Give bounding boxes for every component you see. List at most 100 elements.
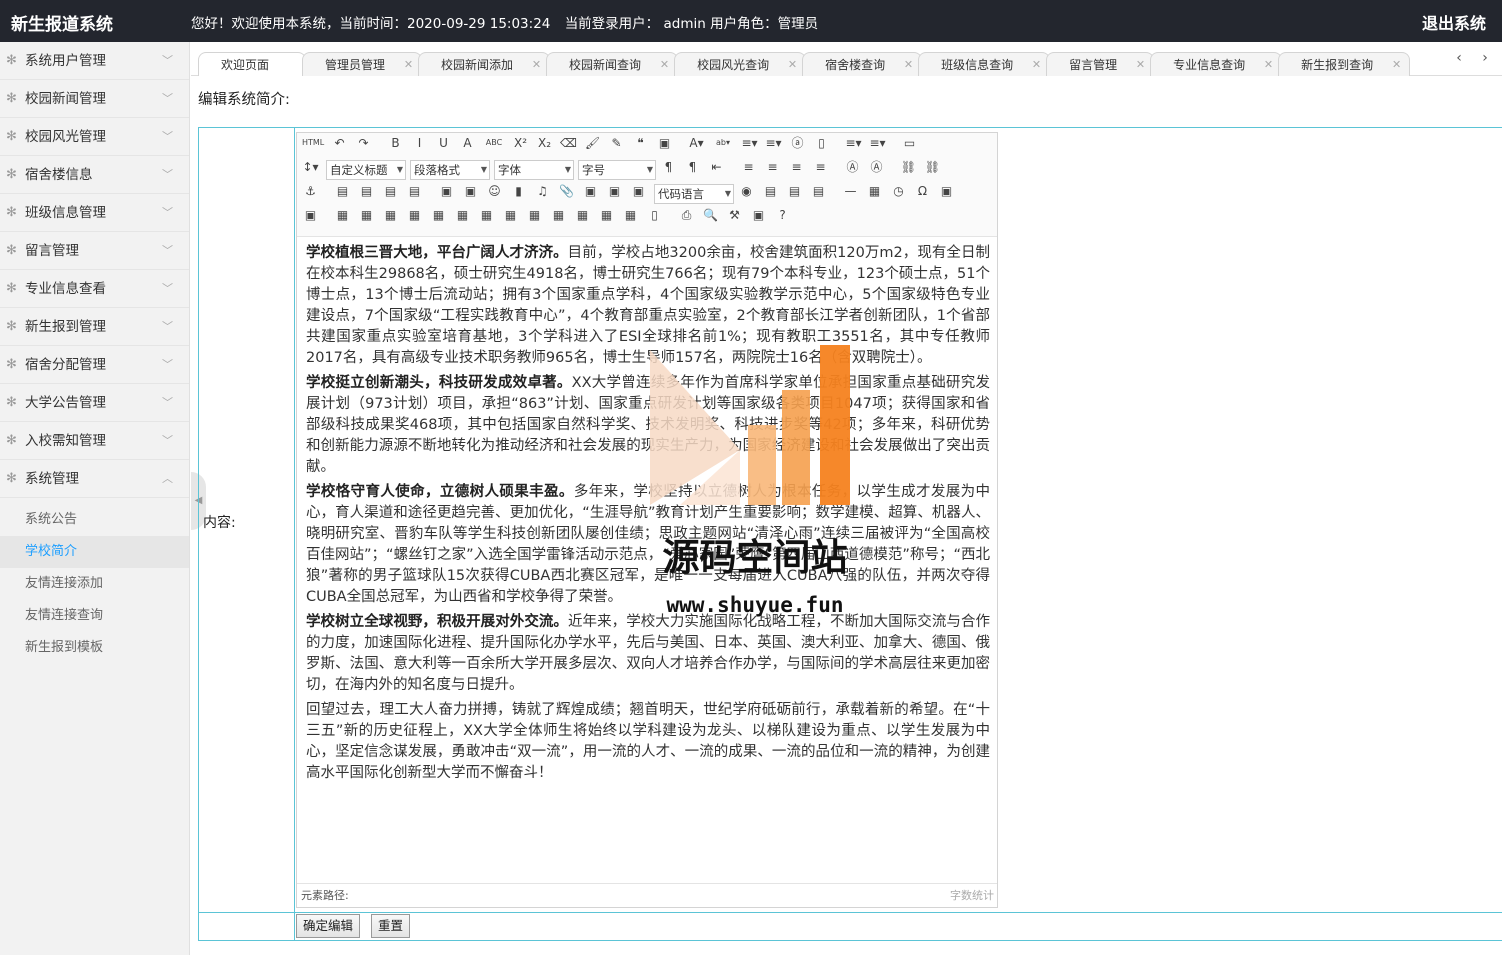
paragraph-direction-icon[interactable]: ¶ <box>660 159 677 175</box>
table-icon[interactable]: ▦ <box>382 207 399 223</box>
sidebar-item[interactable]: ✻ 系统管理 ︿ <box>0 460 189 498</box>
time-icon[interactable]: ◷ <box>890 183 907 199</box>
paragraph-format-select[interactable]: 段落格式 ▼ <box>410 160 490 180</box>
sidebar-item[interactable]: ✻ 校园新闻管理 ﹀ <box>0 80 189 118</box>
border-icon[interactable]: A <box>459 135 476 151</box>
submenu-item[interactable]: 新生报到模板 <box>0 632 189 664</box>
tab-item[interactable]: 欢迎页面 <box>198 52 307 76</box>
table-icon[interactable]: ▦ <box>406 207 423 223</box>
image-align-icon[interactable]: ▤ <box>762 183 779 199</box>
link-icon[interactable]: ⛓ <box>900 159 917 175</box>
list-icon[interactable]: ≡▾ <box>845 135 862 151</box>
horizontal-rule-icon[interactable]: — <box>842 183 859 199</box>
redo-icon[interactable]: ↷ <box>355 135 372 151</box>
table-icon[interactable]: ▦ <box>598 207 615 223</box>
special-char-icon[interactable]: Ω <box>914 183 931 199</box>
tab-item[interactable]: 管理员管理 ✕ <box>302 52 423 76</box>
sidebar-item[interactable]: ✻ 新生报到管理 ﹀ <box>0 308 189 346</box>
table-icon[interactable]: ▦ <box>430 207 447 223</box>
video-icon[interactable]: ▮ <box>510 183 527 199</box>
font-family-select[interactable]: 字体 ▼ <box>494 160 574 180</box>
help-icon[interactable]: ? <box>774 207 791 223</box>
font-size-select[interactable]: 字号 ▼ <box>578 160 656 180</box>
case-icon[interactable]: Ⓐ <box>844 159 861 175</box>
code-language-select[interactable]: 代码语言 ▼ <box>654 184 734 204</box>
close-icon[interactable]: ✕ <box>904 53 913 76</box>
tab-item[interactable]: 校园新闻查询 ✕ <box>546 52 679 76</box>
table-icon[interactable]: ▦ <box>334 207 351 223</box>
tab-item[interactable]: 校园新闻添加 ✕ <box>418 52 551 76</box>
image-align-icon[interactable]: ▤ <box>382 183 399 199</box>
tab-item[interactable]: 班级信息查询 ✕ <box>918 52 1051 76</box>
submit-edit-button[interactable]: 确定编辑 <box>296 914 361 938</box>
custom-title-select[interactable]: 自定义标题 ▼ <box>326 160 406 180</box>
anchor-icon[interactable]: ⚓ <box>302 183 319 199</box>
undo-icon[interactable]: ↶ <box>331 135 348 151</box>
image-align-icon[interactable]: ▤ <box>786 183 803 199</box>
clear-doc-icon[interactable]: ▯ <box>813 135 830 151</box>
tab-item[interactable]: 校园风光查询 ✕ <box>674 52 807 76</box>
tab-next-icon[interactable]: › <box>1472 50 1498 66</box>
list-icon[interactable]: ≡▾ <box>741 135 758 151</box>
toolbar-icon[interactable]: ▣ <box>302 207 319 223</box>
format-brush-icon[interactable]: 🖌 <box>584 135 601 151</box>
image-align-icon[interactable]: ▤ <box>358 183 375 199</box>
tab-item[interactable]: 专业信息查询 ✕ <box>1150 52 1283 76</box>
table-icon[interactable]: ▦ <box>526 207 543 223</box>
table-icon[interactable]: ▦ <box>866 183 883 199</box>
tab-item[interactable]: 宿舍楼查询 ✕ <box>802 52 923 76</box>
preview-icon[interactable]: 🔍 <box>702 207 719 223</box>
bold-icon[interactable]: B <box>387 135 404 151</box>
rich-text-editor[interactable]: HTML ↶ ↷ B I U A ABC X² X₂ ⌫ 🖌 ✎ ❝ ▣ A▾ ab▾ ≡▾ ≡▾ ⓐ ▯ ≡▾ ≡▾ ▭ ↕▾… <box>296 132 998 908</box>
attachment-icon[interactable]: 📎 <box>558 183 575 199</box>
close-icon[interactable]: ✕ <box>1136 53 1145 76</box>
italic-icon[interactable]: I <box>411 135 428 151</box>
toolbar-icon[interactable]: ▣ <box>938 183 955 199</box>
search-replace-icon[interactable]: ⚒ <box>726 207 743 223</box>
close-icon[interactable]: ✕ <box>1032 53 1041 76</box>
logout-button[interactable]: 退出系统 <box>1422 10 1486 34</box>
clear-doc-icon[interactable]: ▯ <box>646 207 663 223</box>
sidebar-item[interactable]: ✻ 宿舍分配管理 ﹀ <box>0 346 189 384</box>
align-icon[interactable]: ≡ <box>812 159 829 175</box>
toolbar-icon[interactable]: ▣ <box>462 183 479 199</box>
editor-body[interactable]: 学校植根三晋大地，平台广阔人才济济。目前，学校占地3200余亩，校舍建筑面积12… <box>306 243 990 883</box>
html-source-icon[interactable]: HTML <box>302 135 324 151</box>
word-count[interactable]: 字数统计 <box>950 884 994 908</box>
sidebar-item[interactable]: ✻ 入校需知管理 ﹀ <box>0 422 189 460</box>
close-icon[interactable]: ✕ <box>788 53 797 76</box>
table-icon[interactable]: ▦ <box>574 207 591 223</box>
link-icon[interactable]: ⛓ <box>924 159 941 175</box>
align-icon[interactable]: ≡ <box>788 159 805 175</box>
strikethrough-icon[interactable]: ABC <box>483 135 505 151</box>
map-icon[interactable]: ◉ <box>738 183 755 199</box>
indent-icon[interactable]: ⇤ <box>708 159 725 175</box>
toolbar-icon[interactable]: ▣ <box>606 183 623 199</box>
toolbar-icon[interactable]: ▣ <box>438 183 455 199</box>
reset-button[interactable]: 重置 <box>371 914 411 938</box>
submenu-item[interactable]: 友情连接添加 <box>0 568 189 600</box>
tab-item[interactable]: 新生报到查询 ✕ <box>1278 52 1411 76</box>
sidebar-item[interactable]: ✻ 系统用户管理 ﹀ <box>0 42 189 80</box>
table-icon[interactable]: ▦ <box>622 207 639 223</box>
table-icon[interactable]: ▦ <box>550 207 567 223</box>
case-icon[interactable]: Ⓐ <box>868 159 885 175</box>
close-icon[interactable]: ✕ <box>404 53 413 76</box>
tab-item[interactable]: 留言管理 ✕ <box>1046 52 1155 76</box>
image-align-icon[interactable]: ▤ <box>810 183 827 199</box>
line-height-icon[interactable]: ↕▾ <box>302 159 319 175</box>
close-icon[interactable]: ✕ <box>1264 53 1273 76</box>
sidebar-item[interactable]: ✻ 宿舍楼信息 ﹀ <box>0 156 189 194</box>
auto-format-icon[interactable]: ✎ <box>608 135 625 151</box>
sidebar-item[interactable]: ✻ 校园风光管理 ﹀ <box>0 118 189 156</box>
font-color-icon[interactable]: A▾ <box>688 135 705 151</box>
close-icon[interactable]: ✕ <box>1392 53 1401 76</box>
close-icon[interactable]: ✕ <box>532 53 541 76</box>
highlight-color-icon[interactable]: ab▾ <box>712 135 734 151</box>
music-icon[interactable]: ♫ <box>534 183 551 199</box>
toolbar-icon[interactable]: ▣ <box>582 183 599 199</box>
close-icon[interactable]: ✕ <box>660 53 669 76</box>
align-icon[interactable]: ≡ <box>740 159 757 175</box>
submenu-item[interactable]: 系统公告 <box>0 504 189 536</box>
emotion-icon[interactable]: ☺ <box>486 183 503 199</box>
